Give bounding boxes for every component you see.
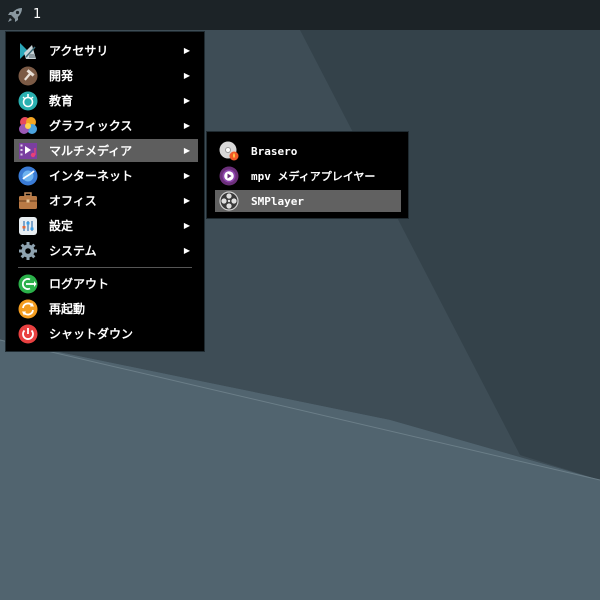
menu-item-accessories[interactable]: アクセサリ ▶	[14, 39, 198, 62]
menu-item-education[interactable]: 教育 ▶	[14, 89, 198, 112]
logout-icon	[18, 274, 38, 294]
rocket-icon	[8, 8, 22, 22]
application-menu: アクセサリ ▶ 開発 ▶ 教育 ▶ グラフィックス ▶ マルチメディア ▶ イン…	[5, 31, 205, 352]
internet-icon	[18, 166, 38, 186]
smplayer-icon	[219, 191, 239, 211]
menu-item-settings[interactable]: 設定 ▶	[14, 214, 198, 237]
menu-item-label: インターネット	[49, 169, 134, 183]
submenu-item-label: SMPlayer	[251, 194, 304, 208]
graphics-icon	[18, 116, 38, 136]
submenu-item-label: Brasero	[251, 144, 298, 158]
menu-item-label: ログアウト	[49, 277, 110, 291]
desktop: 1 アクセサリ ▶ 開発 ▶ 教育 ▶ グラフィックス ▶ マルチメディア ▶ …	[0, 0, 600, 600]
office-icon	[18, 191, 38, 211]
multimedia-submenu: Brasero mpv メディアプレイヤー SMPlayer	[206, 131, 409, 219]
launcher-button[interactable]	[4, 3, 26, 27]
menu-item-multimedia[interactable]: マルチメディア ▶	[14, 139, 198, 162]
brasero-icon	[219, 141, 239, 161]
menu-item-logout[interactable]: ログアウト	[14, 272, 198, 295]
system-icon	[18, 241, 38, 261]
mpv-icon	[219, 166, 239, 186]
submenu-arrow-icon: ▶	[183, 146, 191, 155]
submenu-arrow-icon: ▶	[183, 221, 191, 230]
menu-item-label: 設定	[49, 219, 74, 233]
settings-icon	[18, 216, 38, 236]
submenu-arrow-icon: ▶	[183, 196, 191, 205]
education-icon	[18, 91, 38, 111]
menu-item-internet[interactable]: インターネット ▶	[14, 164, 198, 187]
menu-item-label: オフィス	[49, 194, 97, 208]
submenu-arrow-icon: ▶	[183, 171, 191, 180]
submenu-item-brasero[interactable]: Brasero	[215, 140, 401, 162]
submenu-arrow-icon: ▶	[183, 46, 191, 55]
menu-item-label: 開発	[49, 69, 74, 83]
submenu-arrow-icon: ▶	[183, 71, 191, 80]
menu-item-label: アクセサリ	[49, 44, 109, 58]
shutdown-icon	[18, 324, 38, 344]
submenu-arrow-icon: ▶	[183, 121, 191, 130]
submenu-item-label: mpv メディアプレイヤー	[251, 170, 376, 183]
multimedia-icon	[18, 141, 38, 161]
menu-separator	[18, 267, 192, 268]
reboot-icon	[18, 299, 38, 319]
submenu-item-smplayer[interactable]: SMPlayer	[215, 190, 401, 212]
development-icon	[18, 66, 38, 86]
menu-item-label: システム	[49, 244, 97, 258]
menu-item-system[interactable]: システム ▶	[14, 239, 198, 262]
menu-item-reboot[interactable]: 再起動	[14, 297, 198, 320]
menu-item-label: グラフィックス	[49, 119, 133, 133]
menu-item-office[interactable]: オフィス ▶	[14, 189, 198, 212]
accessories-icon	[18, 41, 38, 61]
submenu-item-mpv[interactable]: mpv メディアプレイヤー	[215, 165, 401, 187]
menu-item-label: マルチメディア	[49, 144, 133, 158]
workspace-indicator[interactable]: 1	[33, 5, 41, 25]
menu-item-label: シャットダウン	[49, 327, 134, 341]
menu-item-development[interactable]: 開発 ▶	[14, 64, 198, 87]
menu-item-graphics[interactable]: グラフィックス ▶	[14, 114, 198, 137]
submenu-arrow-icon: ▶	[183, 246, 191, 255]
menu-item-label: 再起動	[49, 302, 86, 316]
menu-item-label: 教育	[49, 94, 74, 108]
menu-item-shutdown[interactable]: シャットダウン	[14, 322, 198, 345]
submenu-arrow-icon: ▶	[183, 96, 191, 105]
taskbar: 1	[0, 0, 600, 30]
